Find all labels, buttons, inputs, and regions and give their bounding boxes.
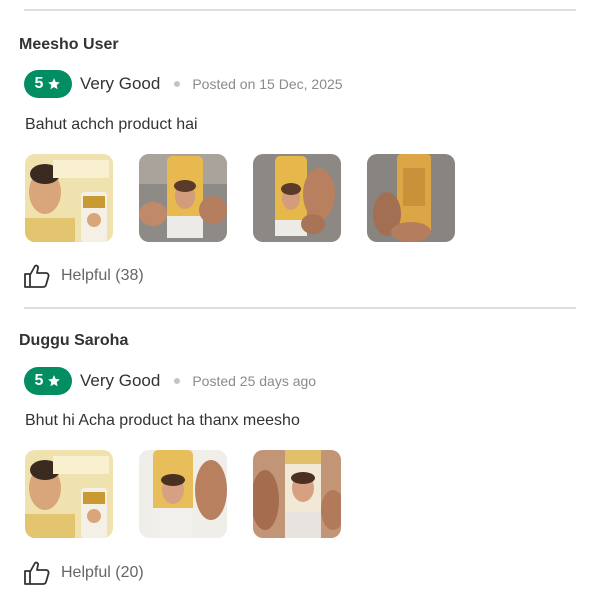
rating-verdict: Very Good (80, 371, 161, 390)
review-divider (24, 307, 576, 309)
review-photo[interactable] (25, 450, 113, 538)
review-photo[interactable] (25, 154, 113, 242)
review-text: Bhut hi Acha product ha thanx meesho (25, 412, 300, 429)
rating-badge: 5 (24, 70, 72, 98)
review-photo[interactable] (253, 154, 341, 242)
helpful-label: Helpful (38) (61, 267, 144, 284)
helpful-label: Helpful (20) (61, 564, 144, 581)
review-photos (25, 450, 341, 538)
reviewer-name: Meesho User (19, 36, 119, 53)
tube-in-hand-photo (139, 450, 227, 538)
rating-row: 5 Very Good Posted 25 days ago (24, 366, 316, 396)
thumbs-up-icon (24, 264, 50, 288)
review-photos (25, 154, 455, 242)
rating-verdict: Very Good (80, 74, 161, 93)
reviewer-name: Duggu Saroha (19, 332, 129, 349)
review-photo[interactable] (253, 450, 341, 538)
product-box-photo (25, 154, 113, 242)
posted-date: Posted 25 days ago (192, 373, 317, 389)
tube-in-hand-photo (139, 154, 227, 242)
tube-in-hand-photo (253, 154, 341, 242)
star-icon (48, 78, 61, 90)
tube-back-photo (367, 154, 455, 242)
rating-value: 5 (34, 372, 44, 389)
star-icon (48, 375, 61, 387)
helpful-button[interactable]: Helpful (20) (23, 560, 144, 586)
top-divider (24, 9, 576, 11)
review-text: Bahut achch product hai (25, 116, 198, 133)
rating-value: 5 (34, 75, 44, 92)
review-photo[interactable] (367, 154, 455, 242)
separator-dot (174, 378, 181, 384)
separator-dot (174, 81, 181, 87)
tube-in-hand-photo (253, 450, 341, 538)
posted-date: Posted on 15 Dec, 2025 (192, 76, 343, 92)
review-photo[interactable] (139, 154, 227, 242)
rating-badge: 5 (24, 367, 72, 395)
review-photo[interactable] (139, 450, 227, 538)
helpful-button[interactable]: Helpful (38) (23, 263, 144, 289)
product-box-photo (25, 450, 113, 538)
rating-row: 5 Very Good Posted on 15 Dec, 2025 (24, 69, 343, 99)
thumbs-up-icon (24, 561, 50, 585)
